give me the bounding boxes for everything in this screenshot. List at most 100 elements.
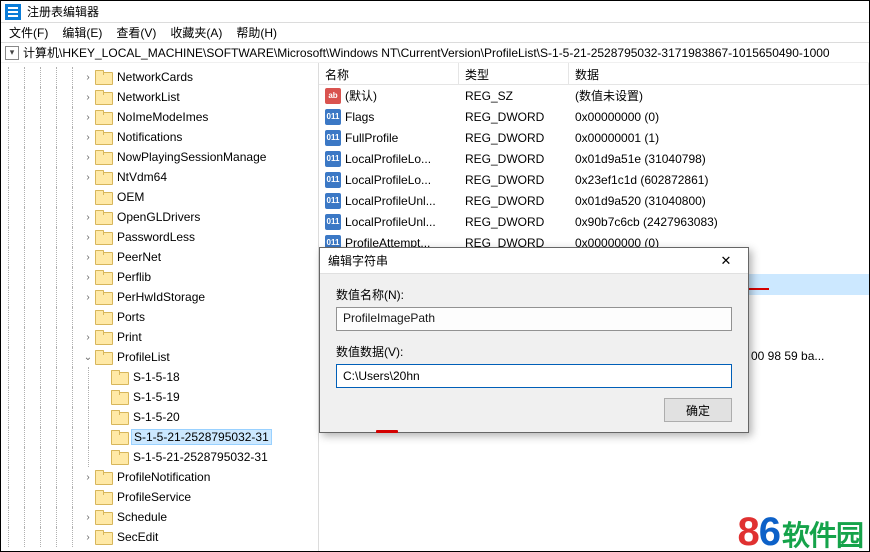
menu-favorites[interactable]: 收藏夹(A) (170, 24, 222, 41)
value-data: (数值未设置) (569, 87, 869, 104)
binary-value-icon: 011 (325, 214, 341, 230)
folder-icon (111, 410, 127, 424)
chevron-icon[interactable]: › (81, 112, 95, 123)
value-name: Flags (345, 110, 374, 124)
chevron-icon[interactable]: › (81, 472, 95, 483)
tree-item[interactable]: S-1-5-18 (1, 367, 318, 387)
col-data[interactable]: 数据 (569, 63, 869, 84)
tree-item-label: S-1-5-18 (131, 370, 182, 384)
value-type: REG_DWORD (459, 152, 569, 166)
tree-item[interactable]: ›NtVdm64 (1, 167, 318, 187)
folder-icon (95, 150, 111, 164)
tree-item[interactable]: S-1-5-21-2528795032-31 (1, 447, 318, 467)
tree-pane[interactable]: ›NetworkCards›NetworkList›NoImeModeImes›… (1, 63, 319, 551)
address-nav-icon[interactable]: ▾ (5, 46, 19, 60)
chevron-icon[interactable]: › (81, 332, 95, 343)
tree-item[interactable]: › NowPlayingSessionManage (1, 147, 318, 167)
chevron-icon[interactable]: ⌄ (81, 352, 95, 363)
tree-item[interactable]: ProfileService (1, 487, 318, 507)
tree-item-label: PasswordLess (115, 230, 197, 244)
chevron-icon[interactable]: › (81, 172, 95, 183)
value-type: REG_DWORD (459, 131, 569, 145)
chevron-icon[interactable]: › (81, 272, 95, 283)
chevron-icon[interactable]: › (81, 152, 95, 163)
watermark: 8 6 软件园 (737, 510, 863, 552)
tree-item-label: PeerNet (115, 250, 163, 264)
tree-item-label: PerHwIdStorage (115, 290, 207, 304)
folder-icon (95, 350, 111, 364)
value-data-label: 数值数据(V): (336, 343, 732, 360)
menu-view[interactable]: 查看(V) (116, 24, 156, 41)
folder-icon (95, 230, 111, 244)
watermark-6: 6 (759, 510, 780, 552)
folder-icon (95, 330, 111, 344)
value-row[interactable]: 011LocalProfileUnl...REG_DWORD0x90b7c6cb… (319, 211, 869, 232)
tree-item[interactable]: S-1-5-20 (1, 407, 318, 427)
tree-item[interactable]: S-1-5-19 (1, 387, 318, 407)
value-data: 0x01d9a520 (31040800) (569, 194, 869, 208)
tree-item[interactable]: ›OpenGLDrivers (1, 207, 318, 227)
tree-item[interactable]: OEM (1, 187, 318, 207)
value-data-input[interactable] (336, 364, 732, 388)
tree-item[interactable]: › NoImeModeImes (1, 107, 318, 127)
tree-item-label: Print (115, 330, 144, 344)
chevron-icon[interactable]: › (81, 532, 95, 543)
tree-item[interactable]: › PasswordLess (1, 227, 318, 247)
column-headers: 名称 类型 数据 (319, 63, 869, 85)
tree-item[interactable]: › SecEdit (1, 527, 318, 547)
watermark-8: 8 (737, 510, 758, 552)
value-type: REG_DWORD (459, 110, 569, 124)
folder-icon (95, 70, 111, 84)
tree-item-label: SecEdit (115, 530, 160, 544)
tree-item-label: Perflib (115, 270, 153, 284)
value-name: FullProfile (345, 131, 398, 145)
value-name-label: 数值名称(N): (336, 286, 732, 303)
tree-item[interactable]: ›NetworkCards (1, 67, 318, 87)
tree-item[interactable]: ›Notifications (1, 127, 318, 147)
col-type[interactable]: 类型 (459, 63, 569, 84)
tree-item[interactable]: › NetworkList (1, 87, 318, 107)
tree-item-label: NowPlayingSessionManage (115, 150, 268, 164)
folder-icon (95, 90, 111, 104)
tree-item-label: NetworkList (115, 90, 182, 104)
chevron-icon[interactable]: › (81, 132, 95, 143)
tree-item[interactable]: ›ProfileNotification (1, 467, 318, 487)
chevron-icon[interactable]: › (81, 292, 95, 303)
address-bar[interactable]: ▾ 计算机\HKEY_LOCAL_MACHINE\SOFTWARE\Micros… (1, 43, 869, 63)
tree-item[interactable]: Ports (1, 307, 318, 327)
value-row[interactable]: 011LocalProfileLo...REG_DWORD0x01d9a51e … (319, 148, 869, 169)
col-name[interactable]: 名称 (319, 63, 459, 84)
tree-item[interactable]: ⌄ProfileList (1, 347, 318, 367)
value-row[interactable]: ab(默认)REG_SZ(数值未设置) (319, 85, 869, 106)
value-row[interactable]: 011FullProfileREG_DWORD0x00000001 (1) (319, 127, 869, 148)
menu-help[interactable]: 帮助(H) (236, 24, 277, 41)
chevron-icon[interactable]: › (81, 232, 95, 243)
tree-item-label: S-1-5-20 (131, 410, 182, 424)
value-row[interactable]: 011LocalProfileUnl...REG_DWORD0x01d9a520… (319, 190, 869, 211)
chevron-icon[interactable]: › (81, 72, 95, 83)
watermark-text: 软件园 (782, 514, 863, 552)
tree-item[interactable]: › Print (1, 327, 318, 347)
menu-file[interactable]: 文件(F) (9, 24, 48, 41)
dialog-close-button[interactable]: ✕ (712, 251, 740, 271)
tree-item[interactable]: ›Schedule (1, 507, 318, 527)
tree-item-selected[interactable]: S-1-5-21-2528795032-31 (1, 427, 318, 447)
value-name: LocalProfileUnl... (345, 215, 436, 229)
tree-item-label: NoImeModeImes (115, 110, 210, 124)
chevron-icon[interactable]: › (81, 252, 95, 263)
value-row[interactable]: 011LocalProfileLo...REG_DWORD0x23ef1c1d … (319, 169, 869, 190)
value-row[interactable]: 011FlagsREG_DWORD0x00000000 (0) (319, 106, 869, 127)
chevron-icon[interactable]: › (81, 512, 95, 523)
menubar: 文件(F) 编辑(E) 查看(V) 收藏夹(A) 帮助(H) (1, 23, 869, 43)
address-text: 计算机\HKEY_LOCAL_MACHINE\SOFTWARE\Microsof… (23, 44, 830, 61)
ok-button[interactable]: 确定 (664, 398, 732, 422)
tree-item[interactable]: › Perflib (1, 267, 318, 287)
folder-icon (95, 270, 111, 284)
chevron-icon[interactable]: › (81, 92, 95, 103)
menu-edit[interactable]: 编辑(E) (62, 24, 102, 41)
chevron-icon[interactable]: › (81, 212, 95, 223)
tree-item-label: S-1-5-19 (131, 390, 182, 404)
binary-value-icon: 011 (325, 172, 341, 188)
tree-item[interactable]: › PerHwIdStorage (1, 287, 318, 307)
tree-item[interactable]: › PeerNet (1, 247, 318, 267)
